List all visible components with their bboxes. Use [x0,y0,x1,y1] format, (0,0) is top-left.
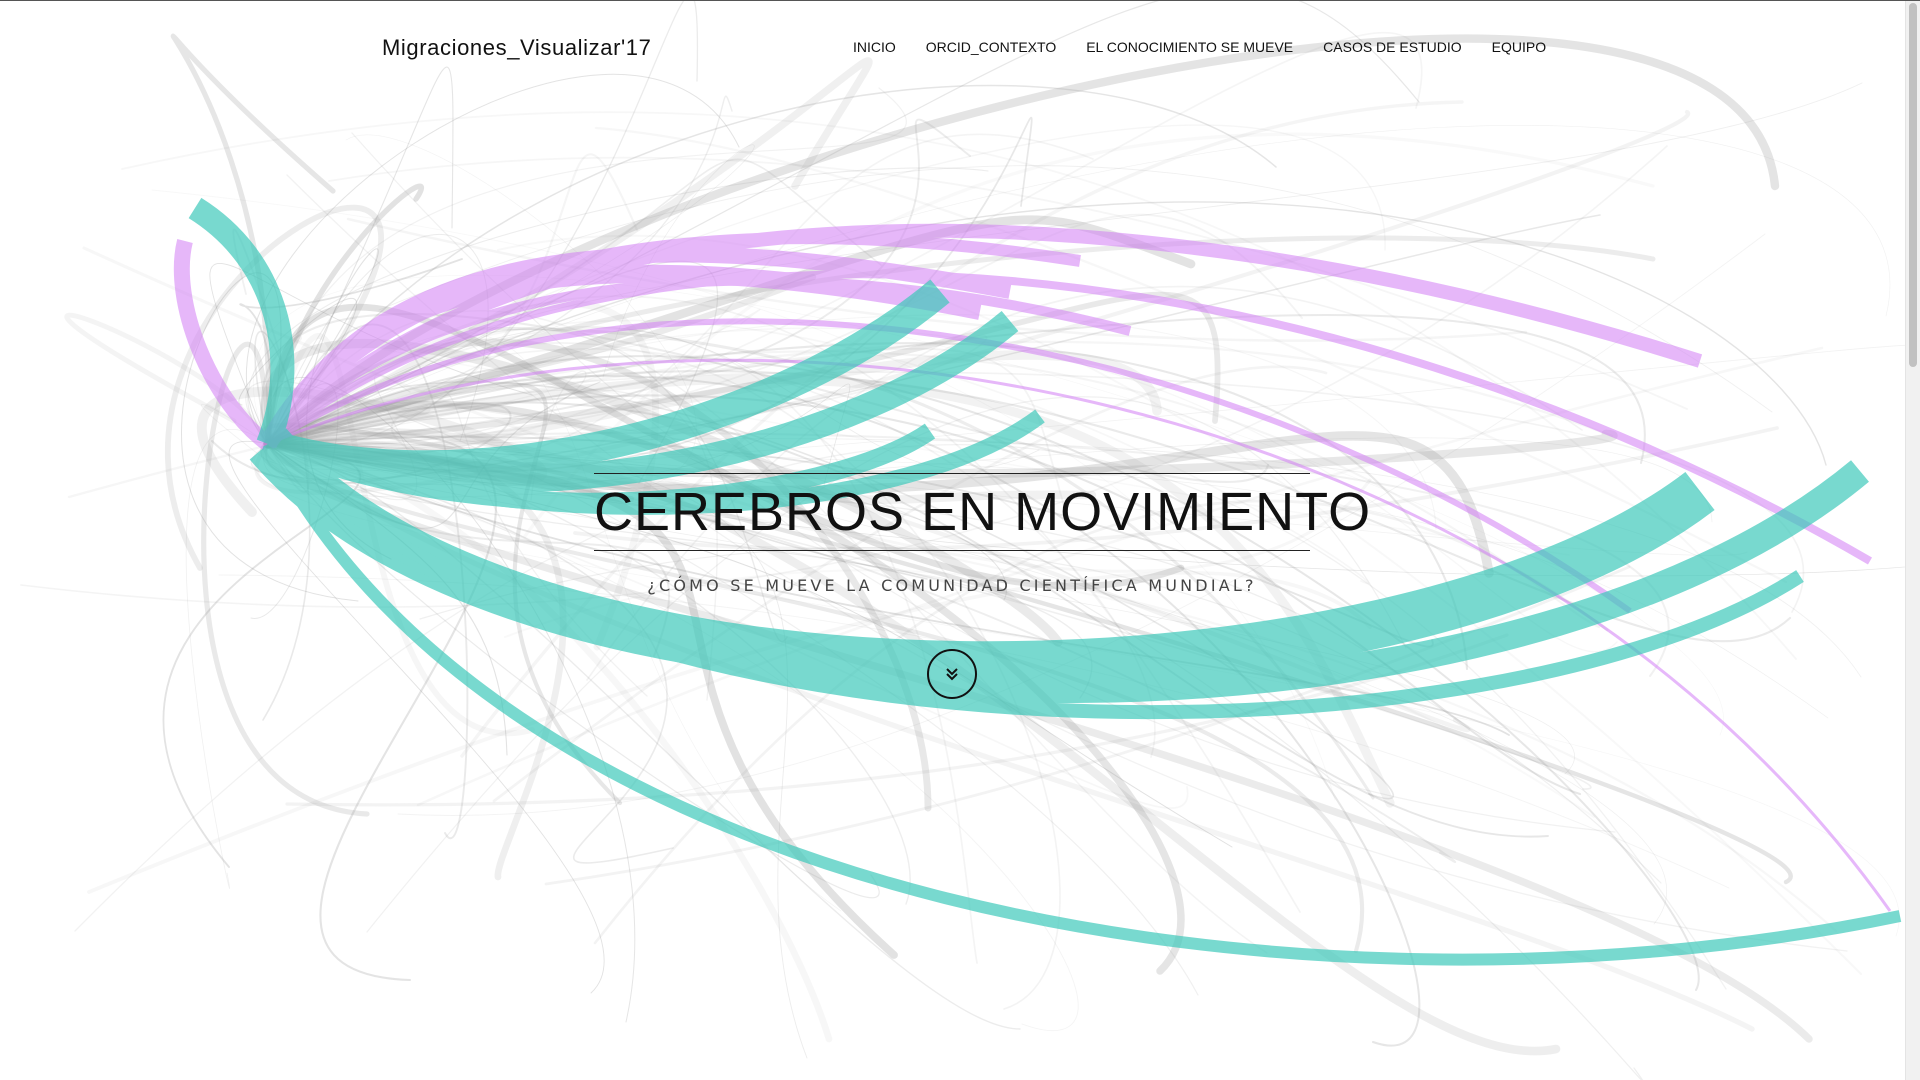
page: Migraciones_Visualizar'17 INICIO ORCID_C… [0,0,1920,1080]
hero-top-rule [594,473,1310,474]
flow-line [185,429,269,889]
double-chevron-down-icon [946,668,958,681]
scroll-down-button[interactable] [927,649,977,699]
top-navbar: Migraciones_Visualizar'17 INICIO ORCID_C… [0,1,1905,97]
vertical-scrollbar[interactable] [1905,1,1920,1080]
hero-bottom-rule [594,550,1310,551]
main-nav: INICIO ORCID_CONTEXTO EL CONOCIMIENTO SE… [853,39,1546,55]
hero-subtitle: ¿CÓMO SE MUEVE LA COMUNIDAD CIENTÍFICA M… [647,576,1257,595]
nav-item-orcid-contexto[interactable]: ORCID_CONTEXTO [926,39,1056,55]
site-brand-link[interactable]: Migraciones_Visualizar'17 [382,35,651,61]
scrollbar-thumb[interactable] [1909,3,1917,367]
hero-title: CEREBROS EN MOVIMIENTO [594,482,1372,542]
hero-section: CEREBROS EN MOVIMIENTO ¿CÓMO SE MUEVE LA… [594,473,1372,595]
nav-item-equipo[interactable]: EQUIPO [1492,39,1546,55]
nav-item-inicio[interactable]: INICIO [853,39,896,55]
nav-item-el-conocimiento-se-mueve[interactable]: EL CONOCIMIENTO SE MUEVE [1086,39,1293,55]
nav-item-casos-de-estudio[interactable]: CASOS DE ESTUDIO [1323,39,1461,55]
